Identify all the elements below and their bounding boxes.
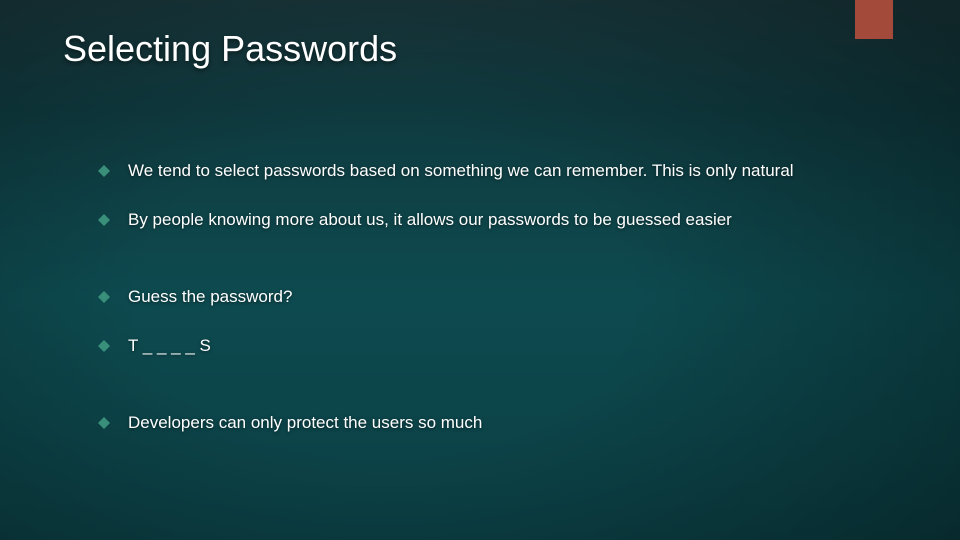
accent-block	[855, 0, 893, 39]
list-item: T _ _ _ _ S	[98, 335, 870, 358]
diamond-bullet-icon	[98, 214, 110, 226]
diamond-bullet-icon	[98, 291, 110, 303]
list-item: Guess the password?	[98, 286, 870, 309]
bullet-list: We tend to select passwords based on som…	[98, 160, 870, 461]
diamond-bullet-icon	[98, 165, 110, 177]
list-item: Developers can only protect the users so…	[98, 412, 870, 435]
list-item-text: We tend to select passwords based on som…	[128, 160, 870, 183]
slide: Selecting Passwords We tend to select pa…	[0, 0, 960, 540]
list-item-text: T _ _ _ _ S	[128, 335, 870, 358]
list-item-text: Guess the password?	[128, 286, 870, 309]
list-item-text: Developers can only protect the users so…	[128, 412, 870, 435]
diamond-bullet-icon	[98, 340, 110, 352]
slide-title: Selecting Passwords	[63, 28, 397, 70]
list-item: We tend to select passwords based on som…	[98, 160, 870, 183]
diamond-bullet-icon	[98, 417, 110, 429]
list-item: By people knowing more about us, it allo…	[98, 209, 870, 232]
list-item-text: By people knowing more about us, it allo…	[128, 209, 870, 232]
